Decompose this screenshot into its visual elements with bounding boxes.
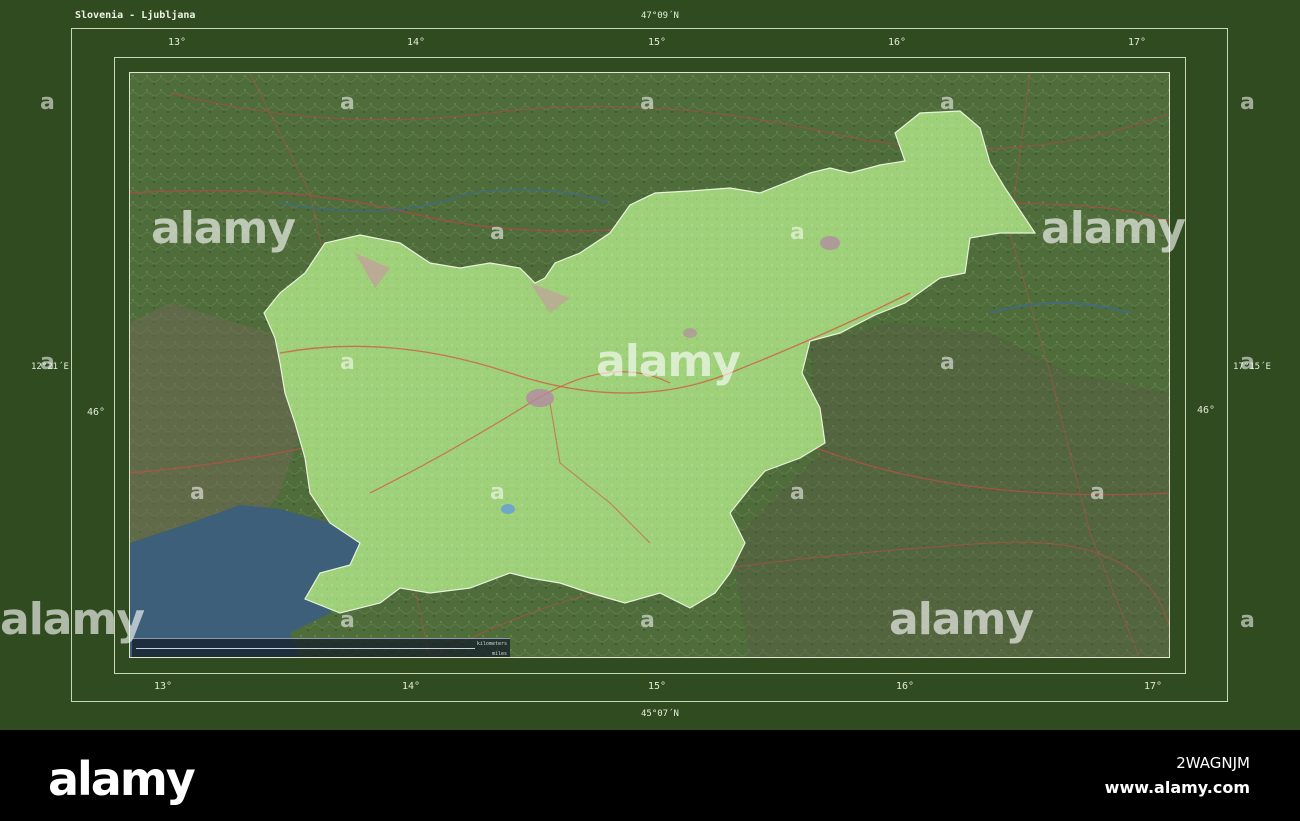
watermark-badge: a	[40, 90, 55, 115]
image-id: 2WAGNJM	[1176, 754, 1250, 772]
lon-tick-bottom: 15°	[648, 681, 667, 692]
watermark-text: alamy	[889, 594, 1034, 645]
lon-tick-bottom: 13°	[154, 681, 173, 692]
scale-units-mi: miles	[491, 651, 507, 657]
lon-tick-bottom: 17°	[1144, 681, 1163, 692]
lon-tick-bottom: 14°	[402, 681, 421, 692]
watermark-badge: a	[640, 90, 655, 115]
city-marker	[820, 236, 840, 250]
footer-logo[interactable]: alamy	[48, 752, 196, 806]
watermark-badge: a	[490, 480, 505, 505]
watermark-badge: a	[640, 608, 655, 633]
ljubljana-city	[526, 389, 554, 407]
watermark-text: alamy	[0, 594, 145, 645]
watermark-badge: a	[340, 90, 355, 115]
watermark-badge: a	[940, 350, 955, 375]
watermark-badge: a	[1240, 90, 1255, 115]
lat-tick-right: 46°	[1197, 405, 1216, 416]
bottom-latitude-label: 45°07´N	[641, 709, 679, 719]
watermark-text: alamy	[596, 336, 741, 387]
watermark-badge: a	[1240, 350, 1255, 375]
watermark-badge: a	[790, 220, 805, 245]
watermark-text: alamy	[151, 203, 296, 254]
lon-tick-top: 16°	[888, 37, 907, 48]
lat-tick-left: 46°	[87, 407, 106, 418]
scale-bar: kilometers miles	[132, 638, 510, 657]
watermark-badge: a	[1090, 480, 1105, 505]
map-figure: Slovenia - Ljubljana 47°09´N 45°07´N 12°…	[0, 0, 1300, 821]
scale-line	[136, 648, 475, 649]
top-latitude-label: 47°09´N	[641, 11, 679, 21]
watermark-text: alamy	[1041, 203, 1186, 254]
watermark-badge: a	[190, 480, 205, 505]
scale-units-km: kilometers	[476, 641, 507, 647]
watermark-badge: a	[340, 608, 355, 633]
lon-tick-top: 15°	[648, 37, 667, 48]
watermark-badge: a	[490, 220, 505, 245]
watermark-badge: a	[940, 90, 955, 115]
watermark-badge: a	[1240, 608, 1255, 633]
lon-tick-top: 17°	[1128, 37, 1147, 48]
footer-bar: alamy 2WAGNJM www.alamy.com	[0, 730, 1300, 821]
watermark-badge: a	[790, 480, 805, 505]
lon-tick-top: 14°	[407, 37, 426, 48]
watermark-badge: a	[40, 350, 55, 375]
lon-tick-top: 13°	[168, 37, 187, 48]
map-title: Slovenia - Ljubljana	[75, 10, 196, 21]
lon-tick-bottom: 16°	[896, 681, 915, 692]
lake	[501, 504, 515, 514]
footer-url[interactable]: www.alamy.com	[1105, 778, 1250, 797]
watermark-badge: a	[340, 350, 355, 375]
